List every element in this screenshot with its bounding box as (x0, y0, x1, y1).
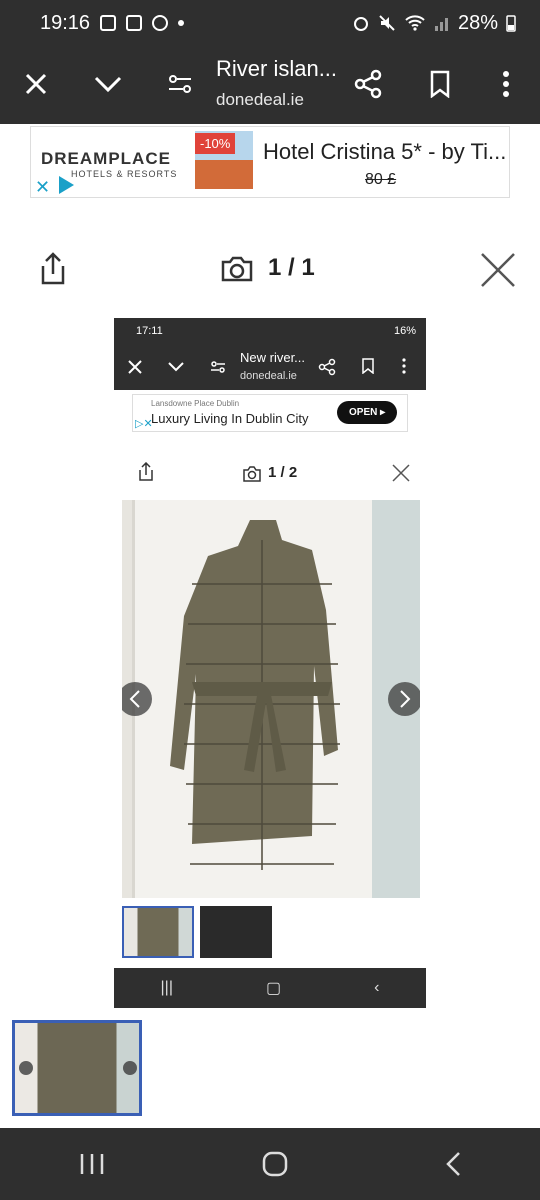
close-tab-button[interactable] (12, 60, 60, 108)
chrome-icon (152, 15, 169, 31)
chevron-down-icon (94, 76, 122, 93)
tune-icon (211, 361, 225, 373)
home-button[interactable] (262, 1151, 288, 1177)
chevron-down-icon (168, 362, 184, 372)
coat-photo (122, 500, 420, 898)
battery-icon (506, 15, 516, 32)
status-time: 19:16 (40, 11, 91, 34)
bookmark-icon (430, 70, 450, 98)
photo-ad-open-label: OPEN (349, 407, 378, 418)
photo-status-bar: 17:11 16% (114, 318, 426, 344)
photo-thumbnail (200, 906, 272, 958)
coat-image (170, 520, 340, 870)
recents-button[interactable] (79, 1152, 105, 1176)
close-icon (25, 73, 47, 95)
image-counter: 1 / 1 (268, 254, 315, 281)
share-icon (139, 462, 153, 481)
photo-ad-open-button: OPEN ▸ (337, 401, 398, 424)
photo-ad-banner: ▷✕ Lansdowne Place Dublin Luxury Living … (132, 394, 408, 432)
photo-thumbnails (122, 906, 272, 958)
close-icon (392, 464, 410, 482)
ad-discount-badge: -10% (195, 133, 236, 154)
share-icon (354, 69, 382, 99)
thumbnail-prev-icon (19, 1061, 33, 1075)
close-icon[interactable] (478, 250, 518, 290)
chevron-left-icon (129, 690, 140, 708)
browser-toolbar: River islan... donedeal.ie (0, 46, 540, 124)
home-icon: ▢ (265, 980, 282, 997)
page-title: River islan... (216, 56, 338, 81)
photo-battery: 16% (393, 325, 416, 337)
chevron-right-icon (400, 690, 411, 708)
ad-close-icon[interactable]: ✕ (35, 177, 50, 198)
more-vert-icon (402, 358, 406, 374)
battery-level: 28% (457, 11, 498, 34)
system-nav-bar (0, 1128, 540, 1200)
photo-page-title: New river... (240, 350, 306, 365)
share-button[interactable] (344, 60, 392, 108)
mail-icon (126, 15, 143, 31)
site-settings-button[interactable] (156, 60, 204, 108)
recents-icon: ||| (160, 979, 173, 996)
minimize-button[interactable] (84, 60, 132, 108)
more-vert-icon (503, 71, 509, 97)
more-options-button[interactable] (482, 60, 530, 108)
photo-toolbar: New river... donedeal.ie (114, 344, 426, 390)
mute-icon (379, 15, 395, 31)
photo-ad-title: Luxury Living In Dublin City (151, 411, 309, 426)
gallery-icon (100, 15, 117, 31)
photo-thumbnail (122, 906, 194, 958)
back-button[interactable] (445, 1151, 461, 1177)
status-bar: 19:16 28% (0, 0, 540, 46)
image-viewer-bar: 1 / 1 (0, 240, 540, 300)
thumbnail-next-icon (123, 1061, 137, 1075)
photo-next-button (388, 682, 420, 716)
bookmark-button[interactable] (416, 60, 464, 108)
notification-dot-icon (178, 20, 185, 26)
camera-icon (243, 466, 261, 482)
ad-price: 80 £ (365, 171, 397, 188)
photo-page-domain: donedeal.ie (240, 370, 297, 382)
bookmark-icon (362, 358, 374, 374)
listing-photo[interactable]: 17:11 16% New river... donedeal.ie ▷✕ La… (114, 318, 426, 1008)
photo-ad-sponsor: Lansdowne Place Dublin (151, 399, 240, 408)
photo-viewer-bar: 1 / 2 (114, 458, 426, 488)
signal-icon (434, 18, 448, 31)
ad-title[interactable]: Hotel Cristina 5* - by Ti... (263, 139, 506, 165)
alarm-icon (353, 17, 368, 31)
photo-system-nav: ||| ▢ ‹ (114, 968, 426, 1008)
share-icon (318, 358, 336, 376)
ad-brand: DREAMPLACE (41, 149, 171, 168)
ad-brand-sub: HOTELS & RESORTS (71, 169, 178, 179)
ad-banner[interactable]: DREAMPLACE HOTELS & RESORTS ✕ -10% Hotel… (30, 126, 510, 198)
adchoices-icon[interactable] (59, 176, 75, 194)
tune-icon (169, 75, 191, 93)
thumbnail-selected[interactable] (12, 1020, 142, 1116)
wifi-icon (405, 15, 425, 31)
photo-image-counter: 1 / 2 (268, 464, 298, 481)
camera-icon (221, 256, 253, 282)
back-icon: ‹ (374, 979, 380, 996)
photo-status-time: 17:11 (136, 325, 163, 337)
close-icon (128, 360, 142, 374)
page-domain: donedeal.ie (216, 90, 304, 109)
share-icon[interactable] (38, 252, 68, 286)
